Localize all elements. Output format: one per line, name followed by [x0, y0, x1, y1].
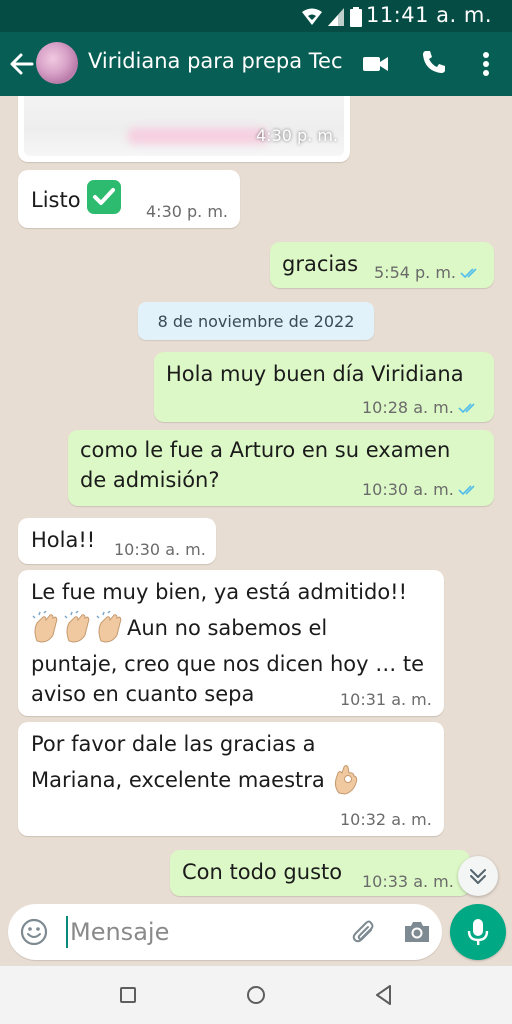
time-label: 4:30 p. m. — [146, 202, 229, 221]
message-bubble-incoming[interactable]: Por favor dale las gracias a Mariana, ex… — [18, 722, 444, 836]
message-composer — [8, 904, 442, 960]
message-time: 4:30 p. m. — [146, 202, 228, 221]
more-options-icon[interactable] — [472, 48, 500, 80]
check-mark-emoji-icon — [86, 180, 121, 214]
message-bubble-incoming[interactable]: Hola!! 10:30 a. m. — [18, 518, 216, 564]
time-label: 10:28 a. m. — [362, 398, 454, 417]
message-text-line: Mariana, excelente maestra — [31, 762, 361, 798]
chat-header: Viridiana para prepa Tec — [0, 32, 512, 96]
message-time: 10:32 a. m. — [340, 810, 432, 829]
microphone-icon — [467, 919, 489, 945]
time-label: 10:30 a. m. — [362, 480, 454, 499]
message-time: 10:33 a. m. — [362, 872, 454, 891]
message-text: Hola!! — [31, 528, 96, 552]
status-bar: 11:41 a. m. — [0, 0, 512, 32]
clapping-hands-emoji-icon — [64, 611, 90, 643]
emoji-icon[interactable] — [20, 918, 48, 946]
time-label: 10:33 a. m. — [362, 872, 454, 891]
message-text-content: Listo — [31, 188, 81, 212]
status-time: 11:41 a. m. — [365, 3, 492, 27]
wifi-icon — [302, 8, 322, 25]
clapping-hands-emoji-icon — [96, 611, 122, 643]
paperclip-icon[interactable] — [350, 918, 378, 946]
message-text-line: de admisión? — [80, 468, 220, 492]
message-time: 10:30 a. m. — [362, 480, 478, 499]
message-text-line: Por favor dale las gracias a — [31, 732, 316, 756]
message-text-content: Aun no sabemos el — [127, 616, 328, 640]
message-bubble-outgoing[interactable]: gracias 5:54 p. m. — [270, 242, 494, 288]
message-text-line: Le fue muy bien, ya está admitido!! — [31, 580, 408, 604]
time-label: 10:30 a. m. — [114, 540, 206, 559]
message-text: Hola muy buen día Viridiana — [166, 362, 464, 386]
read-receipt-icon — [460, 267, 477, 278]
status-icons — [302, 7, 362, 27]
message-bubble-incoming[interactable]: Listo 4:30 p. m. — [18, 170, 240, 228]
message-time: 10:31 a. m. — [340, 690, 432, 709]
phone-call-icon[interactable] — [420, 48, 448, 76]
contact-avatar[interactable] — [36, 42, 78, 84]
signal-icon — [328, 8, 344, 26]
date-separator: 8 de noviembre de 2022 — [138, 302, 374, 340]
contact-name[interactable]: Viridiana para prepa Tec — [88, 49, 343, 73]
video-call-icon[interactable] — [362, 50, 390, 78]
system-navigation-bar — [0, 966, 512, 1024]
time-label: 5:54 p. m. — [374, 263, 457, 282]
message-input[interactable] — [70, 914, 340, 950]
clapping-hands-emoji-icon — [32, 611, 58, 643]
message-bubble-outgoing[interactable]: Con todo gusto 10:33 a. m. — [170, 850, 470, 896]
text-cursor — [66, 916, 68, 948]
home-icon[interactable] — [247, 986, 265, 1004]
camera-icon[interactable] — [402, 918, 432, 946]
chat-area[interactable]: 4:30 p. m. Listo 4:30 p. m. gracias 5:54… — [0, 96, 512, 900]
time-label: 4:30 p. m. — [256, 126, 339, 145]
message-bubble-outgoing[interactable]: Hola muy buen día Viridiana 10:28 a. m. — [154, 352, 494, 422]
blurred-pink-text — [128, 128, 268, 144]
message-text-content: Mariana, excelente maestra — [31, 768, 325, 792]
message-text: Listo — [31, 180, 121, 218]
message-time: 10:28 a. m. — [362, 398, 478, 417]
message-text: gracias — [282, 252, 359, 276]
message-bubble-outgoing[interactable]: como le fue a Arturo en su examen de adm… — [68, 430, 494, 506]
system-back-icon[interactable] — [374, 984, 394, 1006]
read-receipt-icon — [458, 484, 475, 495]
battery-icon — [350, 7, 362, 27]
double-chevron-down-icon — [470, 869, 486, 884]
message-bubble-incoming[interactable]: Le fue muy bien, ya está admitido!! Aun … — [18, 570, 444, 716]
read-receipt-icon — [458, 402, 475, 413]
message-text-line: aviso en cuanto sepa — [31, 682, 255, 706]
voice-message-button[interactable] — [450, 904, 506, 960]
back-arrow-icon[interactable] — [8, 50, 36, 78]
message-text: Con todo gusto — [182, 860, 343, 884]
time-label: 10:32 a. m. — [340, 810, 432, 829]
time-label: 10:31 a. m. — [340, 690, 432, 709]
message-time: 10:30 a. m. — [114, 540, 206, 559]
message-bubble-image[interactable]: 4:30 p. m. — [18, 96, 350, 162]
message-time: 4:30 p. m. — [256, 126, 338, 145]
ok-hand-emoji-icon — [334, 765, 357, 795]
recent-apps-icon[interactable] — [120, 987, 136, 1003]
message-text-line: Aun no sabemos el — [31, 610, 327, 646]
scroll-to-bottom-button[interactable] — [458, 856, 498, 896]
message-time: 5:54 p. m. — [374, 263, 480, 282]
